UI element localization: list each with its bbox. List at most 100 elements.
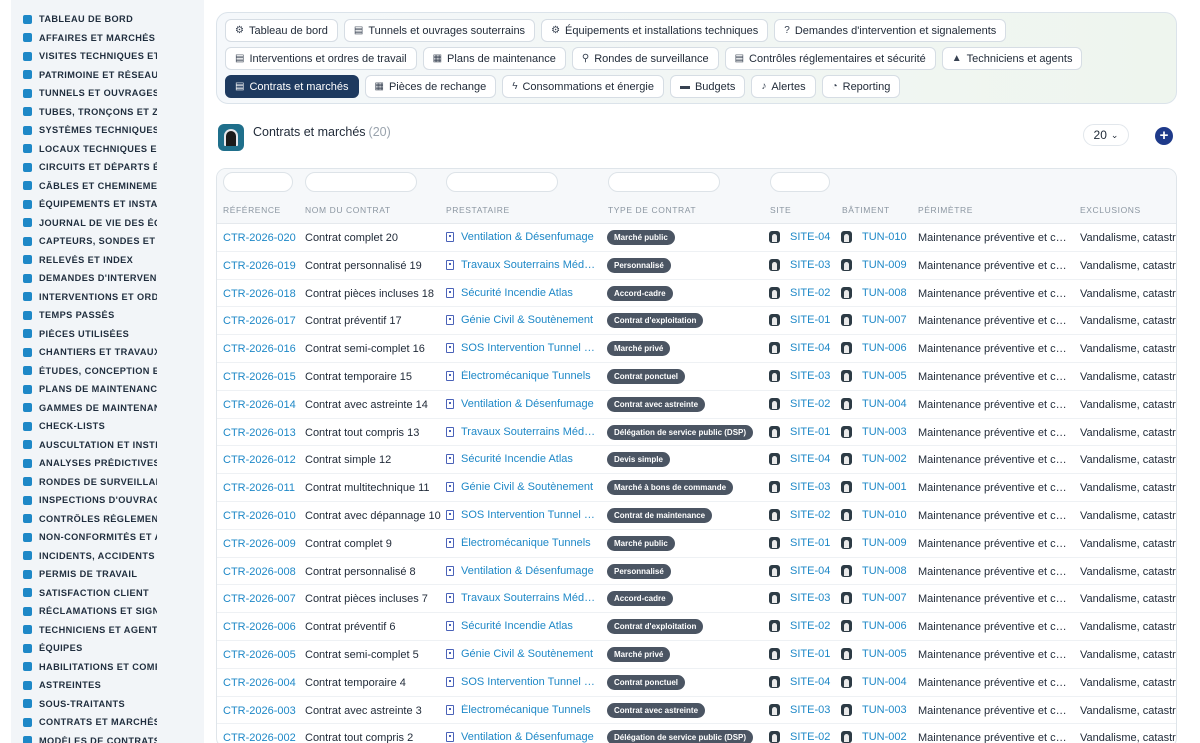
building-link[interactable]: TUN-008: [841, 564, 911, 577]
table-row[interactable]: CTR-2026-004 Contrat temporaire 4 SOS Inte…: [217, 669, 1176, 697]
building-link[interactable]: TUN-008: [841, 286, 911, 299]
sidebar-item[interactable]: TUBES, TRONÇONS ET ZO: [11, 103, 204, 122]
sidebar-item[interactable]: CÂBLES ET CHEMINEMEN: [11, 177, 204, 196]
sidebar-item[interactable]: VISITES TECHNIQUES ET: [11, 47, 204, 66]
site-link[interactable]: SITE-03: [769, 703, 835, 716]
building-link[interactable]: TUN-003: [841, 425, 911, 438]
column-header[interactable]: PRESTATAIRE: [446, 205, 510, 215]
column-header[interactable]: SITE: [770, 205, 791, 215]
site-link[interactable]: SITE-04: [769, 675, 835, 688]
sidebar-item[interactable]: SOUS-TRAITANTS: [11, 695, 204, 714]
table-row[interactable]: CTR-2026-017 Contrat préventif 17 Génie Ci…: [217, 307, 1176, 336]
contract-reference-link[interactable]: CTR-2026-006: [223, 621, 303, 633]
tab[interactable]: ▲ Techniciens et agents: [941, 47, 1083, 70]
sidebar-item[interactable]: INTERVENTIONS ET ORDI: [11, 288, 204, 307]
table-row[interactable]: CTR-2026-020 Contrat complet 20 Ventilatio…: [217, 224, 1176, 252]
filter-prestataire[interactable]: [446, 172, 558, 192]
contract-reference-link[interactable]: CTR-2026-003: [223, 705, 303, 717]
provider-link[interactable]: Génie Civil & Soutènement: [446, 314, 601, 326]
column-header[interactable]: BÂTIMENT: [842, 205, 890, 215]
sidebar-item[interactable]: CAPTEURS, SONDES ET C: [11, 232, 204, 251]
provider-link[interactable]: Ventilation & Désenfumage: [446, 398, 601, 410]
building-link[interactable]: TUN-004: [841, 675, 911, 688]
site-link[interactable]: SITE-04: [769, 453, 835, 466]
contract-reference-link[interactable]: CTR-2026-002: [223, 732, 303, 743]
contract-reference-link[interactable]: CTR-2026-017: [223, 315, 303, 327]
site-link[interactable]: SITE-04: [769, 231, 835, 243]
contract-reference-link[interactable]: CTR-2026-012: [223, 454, 303, 466]
provider-link[interactable]: SOS Intervention Tunnel 24: [446, 342, 601, 354]
filter-nom[interactable]: [305, 172, 417, 192]
contract-reference-link[interactable]: CTR-2026-005: [223, 649, 303, 661]
tab[interactable]: ⚙ Équipements et installations techniques: [541, 19, 769, 42]
sidebar-item[interactable]: TABLEAU DE BORD: [11, 10, 204, 29]
building-link[interactable]: TUN-006: [841, 342, 911, 355]
provider-link[interactable]: Sécurité Incendie Atlas: [446, 620, 601, 632]
tab[interactable]: ▤ Tunnels et ouvrages souterrains: [343, 19, 536, 42]
sidebar-item[interactable]: RELEVÉS ET INDEX: [11, 251, 204, 270]
contract-reference-link[interactable]: CTR-2026-008: [223, 566, 303, 578]
table-row[interactable]: CTR-2026-005 Contrat semi-complet 5 Génie …: [217, 641, 1176, 669]
tab[interactable]: ⚙ Tableau de bord: [225, 19, 338, 42]
contract-reference-link[interactable]: CTR-2026-015: [223, 371, 303, 383]
site-link[interactable]: SITE-02: [769, 731, 835, 743]
site-link[interactable]: SITE-04: [769, 564, 835, 577]
sidebar-item[interactable]: TECHNICIENS ET AGENTS: [11, 621, 204, 640]
table-row[interactable]: CTR-2026-010 Contrat avec dépannage 10 SOS…: [217, 502, 1176, 530]
provider-link[interactable]: Sécurité Incendie Atlas: [446, 287, 601, 299]
sidebar-item[interactable]: CONTRÔLES RÉGLEMENT: [11, 510, 204, 529]
building-link[interactable]: TUN-001: [841, 481, 911, 494]
sidebar-item[interactable]: ASTREINTES: [11, 676, 204, 695]
sidebar-item[interactable]: HABILITATIONS ET COMP: [11, 658, 204, 677]
sidebar-item[interactable]: RONDES DE SURVEILLAN: [11, 473, 204, 492]
column-header[interactable]: PÉRIMÈTRE: [918, 205, 973, 215]
sidebar-item[interactable]: JOURNAL DE VIE DES ÉQ: [11, 214, 204, 233]
filter-reference[interactable]: [223, 172, 293, 192]
column-header[interactable]: EXCLUSIONS: [1080, 205, 1141, 215]
provider-link[interactable]: Électromécanique Tunnels: [446, 370, 601, 382]
contract-reference-link[interactable]: CTR-2026-020: [223, 232, 303, 244]
provider-link[interactable]: Sécurité Incendie Atlas: [446, 453, 601, 465]
sidebar-item[interactable]: GAMMES DE MAINTENAN: [11, 399, 204, 418]
tab[interactable]: ⚲ Rondes de surveillance: [571, 47, 719, 70]
contract-reference-link[interactable]: CTR-2026-011: [223, 482, 303, 494]
tab[interactable]: ? Demandes d'intervention et signalements: [774, 19, 1007, 42]
building-link[interactable]: TUN-010: [841, 508, 911, 521]
site-link[interactable]: SITE-01: [769, 425, 835, 438]
contract-reference-link[interactable]: CTR-2026-014: [223, 399, 303, 411]
sidebar-item[interactable]: SATISFACTION CLIENT: [11, 584, 204, 603]
sidebar-item[interactable]: MODÈLES DE CONTRATS: [11, 732, 204, 743]
table-row[interactable]: CTR-2026-014 Contrat avec astreinte 14 Ven…: [217, 391, 1176, 419]
tab[interactable]: ▬ Budgets: [669, 75, 746, 98]
sidebar-item[interactable]: NON-CONFORMITÉS ET A: [11, 528, 204, 547]
sidebar-item[interactable]: ÉTUDES, CONCEPTION ET: [11, 362, 204, 381]
building-link[interactable]: TUN-010: [841, 231, 911, 243]
building-link[interactable]: TUN-003: [841, 703, 911, 716]
contract-reference-link[interactable]: CTR-2026-018: [223, 288, 303, 300]
sidebar-item[interactable]: CHANTIERS ET TRAVAUX: [11, 343, 204, 362]
site-link[interactable]: SITE-01: [769, 647, 835, 660]
provider-link[interactable]: Ventilation & Désenfumage: [446, 731, 601, 743]
contract-reference-link[interactable]: CTR-2026-009: [223, 538, 303, 550]
provider-link[interactable]: SOS Intervention Tunnel 24: [446, 509, 601, 521]
building-link[interactable]: TUN-006: [841, 620, 911, 633]
building-link[interactable]: TUN-009: [841, 258, 911, 271]
provider-link[interactable]: Génie Civil & Soutènement: [446, 648, 601, 660]
table-row[interactable]: CTR-2026-013 Contrat tout compris 13 Trava…: [217, 419, 1176, 447]
tab[interactable]: ▦ Plans de maintenance: [422, 47, 566, 70]
sidebar-item[interactable]: ÉQUIPES: [11, 639, 204, 658]
site-link[interactable]: SITE-01: [769, 314, 835, 327]
site-link[interactable]: SITE-03: [769, 592, 835, 605]
site-link[interactable]: SITE-02: [769, 620, 835, 633]
tab[interactable]: ◔ Reporting: [821, 75, 901, 98]
table-row[interactable]: CTR-2026-012 Contrat simple 12 Sécurité In…: [217, 446, 1176, 475]
sidebar-item[interactable]: CHECK-LISTS: [11, 417, 204, 436]
provider-link[interactable]: SOS Intervention Tunnel 24: [446, 676, 601, 688]
tab[interactable]: ▤ Contrôles réglementaires et sécurité: [724, 47, 936, 70]
site-link[interactable]: SITE-02: [769, 508, 835, 521]
table-row[interactable]: CTR-2026-011 Contrat multitechnique 11 Gén…: [217, 474, 1176, 502]
sidebar-item[interactable]: SYSTÈMES TECHNIQUES: [11, 121, 204, 140]
provider-link[interactable]: Électromécanique Tunnels: [446, 537, 601, 549]
site-link[interactable]: SITE-01: [769, 536, 835, 549]
sidebar-item[interactable]: AUSCULTATION ET INSTR: [11, 436, 204, 455]
